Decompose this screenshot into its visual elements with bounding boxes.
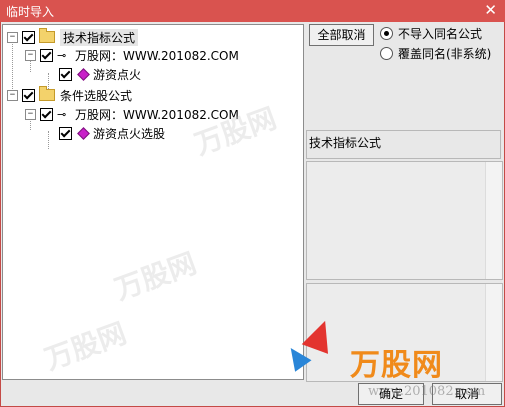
formula-icon: [77, 126, 90, 140]
formula-tree[interactable]: − 技术指标公式 − ⊸ 万股网：WWW.201082.COM 游资点火 − 条…: [2, 24, 304, 380]
category-label: 技术指标公式: [309, 136, 382, 150]
radio-no-import[interactable]: 不导入同名公式: [380, 25, 482, 42]
tree-node-indicator-group[interactable]: − 技术指标公式: [7, 28, 139, 46]
formula-description-box[interactable]: [306, 161, 503, 280]
checkbox[interactable]: [40, 107, 53, 121]
watermark-text: 万股网: [110, 246, 201, 307]
tree-node-formula[interactable]: 游资点火选股: [59, 125, 165, 141]
deselect-all-button[interactable]: 全部取消: [309, 24, 374, 46]
tree-node-label: 技术指标公式: [60, 28, 139, 46]
tree-node-site[interactable]: − ⊸ 万股网：WWW.201082.COM: [25, 106, 239, 122]
checkbox[interactable]: [59, 126, 72, 140]
checkbox[interactable]: [22, 88, 35, 102]
watermark-text: 万股网: [40, 316, 131, 377]
close-icon[interactable]: ✕: [484, 1, 497, 19]
tree-node-formula[interactable]: 游资点火: [59, 66, 141, 82]
tree-node-label: 条件选股公式: [60, 88, 133, 103]
folder-icon: [39, 28, 55, 43]
checkbox[interactable]: [22, 30, 35, 44]
collapse-icon[interactable]: −: [25, 49, 36, 61]
window-title: 临时导入: [6, 5, 55, 19]
key-icon: ⊸: [57, 107, 67, 121]
collapse-icon[interactable]: −: [7, 89, 18, 101]
radio-label: 覆盖同名(非系统): [398, 47, 492, 61]
checkbox[interactable]: [59, 67, 72, 81]
title-bar: 临时导入 ✕: [0, 0, 505, 22]
tree-node-stock-filter-group[interactable]: − 条件选股公式: [7, 86, 133, 103]
checkbox[interactable]: [40, 48, 53, 62]
key-icon: ⊸: [57, 48, 67, 62]
category-label-box: 技术指标公式: [306, 130, 501, 159]
radio-indicator[interactable]: [380, 47, 393, 60]
scrollbar[interactable]: [485, 162, 502, 279]
folder-icon: [39, 86, 55, 101]
radio-overwrite[interactable]: 覆盖同名(非系统): [380, 45, 491, 62]
collapse-icon[interactable]: −: [25, 108, 36, 120]
watermark-url: www.201082.com: [368, 384, 486, 399]
brand-logo: 万股网: [350, 348, 443, 383]
radio-indicator[interactable]: [380, 27, 393, 40]
tree-node-site[interactable]: − ⊸ 万股网：WWW.201082.COM: [25, 47, 239, 63]
tree-node-label: 游资点火: [93, 67, 142, 82]
formula-icon: [77, 67, 90, 81]
radio-label: 不导入同名公式: [398, 27, 483, 41]
collapse-icon[interactable]: −: [7, 31, 18, 43]
tree-node-label: 万股网：WWW.201082.COM: [75, 107, 239, 122]
tree-node-label: 万股网：WWW.201082.COM: [75, 48, 239, 63]
scrollbar[interactable]: [485, 284, 502, 381]
tree-node-label: 游资点火选股: [93, 126, 166, 141]
